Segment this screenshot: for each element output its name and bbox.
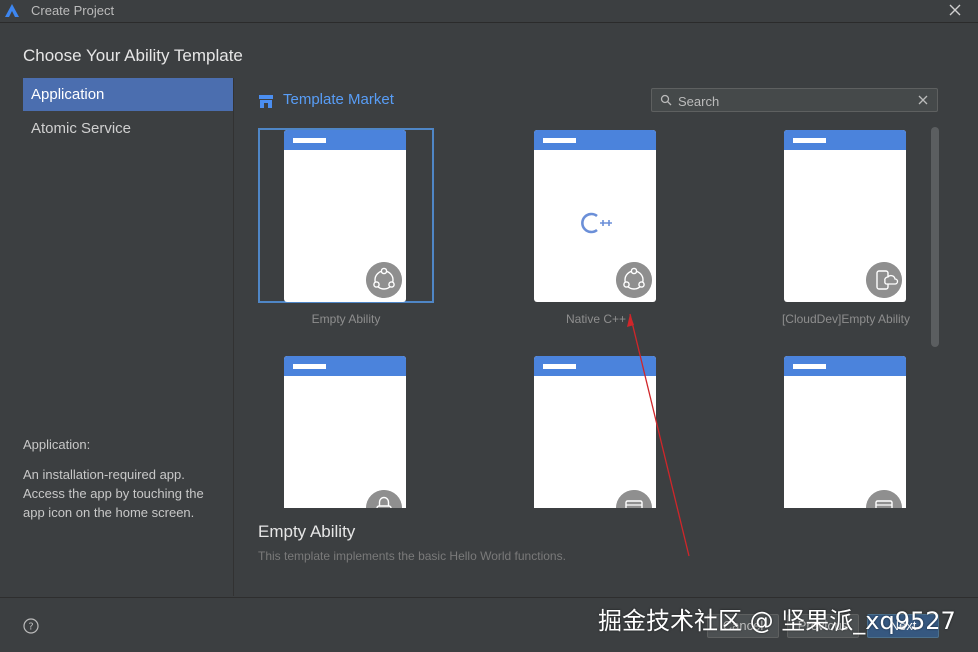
clear-search-icon[interactable] — [918, 95, 928, 105]
template-preview — [784, 356, 906, 508]
svg-text:?: ? — [28, 622, 33, 633]
preview-header-line — [793, 364, 826, 369]
preview-header-line — [793, 138, 826, 143]
template-card-5[interactable] — [508, 354, 684, 508]
preview-header-bar — [284, 130, 406, 150]
window-icon — [866, 490, 902, 508]
preview-header-line — [293, 138, 326, 143]
cloud-device-icon — [866, 262, 902, 298]
template-preview — [284, 356, 406, 508]
template-card-empty-ability[interactable]: Empty Ability — [258, 128, 434, 328]
store-icon[interactable] — [258, 93, 274, 109]
template-label: [CloudDev]Empty Ability — [781, 312, 911, 326]
template-card-native-cpp[interactable]: Native C++ — [508, 128, 684, 328]
search-icon — [660, 94, 672, 106]
preview-header-bar — [534, 356, 656, 376]
template-market-link[interactable]: Template Market — [283, 91, 394, 108]
window-title: Create Project — [31, 3, 115, 18]
lock-icon — [366, 490, 402, 508]
template-preview — [534, 356, 656, 508]
sidebar-item-application[interactable]: Application — [23, 78, 233, 111]
template-card-clouddev-empty-ability[interactable]: [CloudDev]Empty Ability — [758, 128, 934, 328]
close-icon[interactable] — [948, 3, 962, 17]
ability-icon — [616, 262, 652, 298]
app-logo-icon — [5, 4, 19, 17]
template-preview — [534, 130, 656, 302]
ability-icon — [366, 262, 402, 298]
selected-template-title: Empty Ability — [258, 522, 356, 541]
help-icon[interactable]: ? — [23, 618, 39, 634]
preview-header-bar — [284, 356, 406, 376]
search-input[interactable] — [676, 91, 910, 111]
template-label: Native C++ — [565, 312, 627, 326]
preview-header-line — [293, 364, 326, 369]
watermark-text: 掘金技术社区 @ 坚果派_xq9527 — [598, 607, 956, 635]
category-description-text: An installation-required app. Access the… — [23, 467, 204, 520]
search-box[interactable] — [651, 88, 938, 112]
category-description-title: Application: — [23, 437, 91, 452]
page-title: Choose Your Ability Template — [23, 46, 243, 65]
preview-header-bar — [784, 356, 906, 376]
template-grid-scrollbar[interactable] — [931, 127, 939, 347]
window-titlebar: Create Project — [0, 0, 978, 23]
template-label: Empty Ability — [311, 312, 381, 326]
template-grid: Empty Ability Native C++ [CloudDev]Empty… — [234, 122, 934, 508]
window-icon — [616, 490, 652, 508]
preview-header-line — [543, 364, 576, 369]
preview-header-line — [543, 138, 576, 143]
selected-template-description: This template implements the basic Hello… — [258, 549, 566, 563]
template-preview — [784, 130, 906, 302]
template-card-4[interactable] — [258, 354, 434, 508]
sidebar-item-atomic-service[interactable]: Atomic Service — [23, 112, 233, 145]
preview-header-bar — [784, 130, 906, 150]
template-card-6[interactable] — [758, 354, 934, 508]
template-preview — [284, 130, 406, 302]
cpp-logo-icon — [581, 212, 612, 234]
preview-header-bar — [534, 130, 656, 150]
